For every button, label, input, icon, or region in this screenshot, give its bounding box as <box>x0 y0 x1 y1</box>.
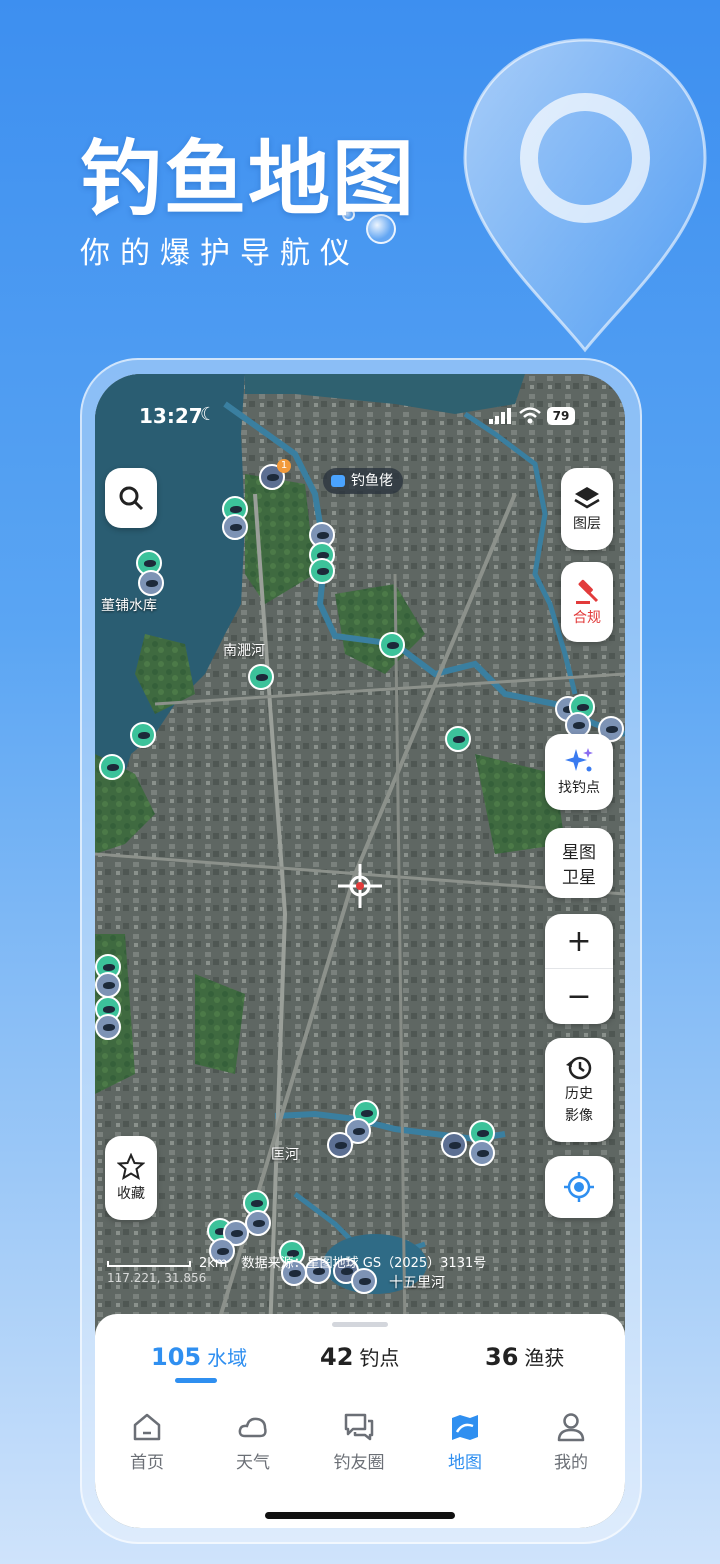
tab-community[interactable]: 钓友圈 <box>319 1412 399 1473</box>
satellite-map[interactable]: 13:27 ☾ 79 钓鱼佬 1 董铺水库 南淝河 匡河 十五里河 2km 数据… <box>95 374 625 1334</box>
chat-bubbles-icon <box>344 1413 374 1441</box>
status-time: 13:27 <box>139 404 203 428</box>
stat-catches-unit: 渔获 <box>524 1346 565 1370</box>
stat-spots-unit: 钓点 <box>359 1346 400 1370</box>
fishing-spot-marker[interactable] <box>138 570 164 596</box>
search-button[interactable] <box>105 468 157 528</box>
water-area-marker[interactable] <box>248 664 274 690</box>
fish-logo-icon <box>331 475 345 487</box>
water-area-marker[interactable] <box>130 722 156 748</box>
fishing-spot-marker[interactable] <box>95 972 121 998</box>
gavel-icon <box>576 579 599 604</box>
home-indicator <box>265 1512 455 1519</box>
map-icon <box>452 1415 478 1440</box>
water-area-marker[interactable] <box>309 558 335 584</box>
fishing-spot-marker[interactable] <box>441 1132 467 1158</box>
history-imagery-button[interactable]: 历史 影像 <box>545 1038 613 1142</box>
locate-me-button[interactable] <box>545 1156 613 1218</box>
satellite-label-line2: 卫星 <box>562 868 596 888</box>
tab-bar: 首页 天气 钓友圈 地图 我的 <box>95 1412 625 1482</box>
location-pin-decoration <box>463 38 707 353</box>
tab-map-label: 地图 <box>448 1453 482 1473</box>
tab-weather-label: 天气 <box>236 1453 270 1473</box>
river-label-shiwuli: 十五里河 <box>389 1275 445 1291</box>
map-scale: 2km 数据来源：星图地球 GS（2025）3131号 <box>107 1252 486 1271</box>
map-center-crosshair <box>338 864 382 908</box>
stat-water-unit: 水域 <box>207 1346 248 1370</box>
sparkle-icon <box>565 748 593 772</box>
stat-water-value: 105 <box>151 1343 202 1371</box>
compliance-button[interactable]: 合规 <box>561 562 613 642</box>
stat-catches-value: 36 <box>485 1343 519 1371</box>
layers-icon <box>574 487 600 509</box>
tab-community-label: 钓友圈 <box>333 1453 385 1473</box>
favorite-button[interactable]: 收藏 <box>105 1136 157 1220</box>
river-label-nanfei: 南淝河 <box>223 643 265 659</box>
marker-count-badge: 1 <box>277 459 291 473</box>
history-label-line2: 影像 <box>565 1108 593 1124</box>
star-icon <box>117 1153 145 1181</box>
sheet-drag-handle[interactable] <box>332 1322 388 1327</box>
zoom-out-button[interactable]: − <box>545 969 613 1024</box>
home-icon <box>133 1413 161 1441</box>
bottom-sheet: 105 水域 42 钓点 36 渔获 首页 天气 钓友圈 地图 我的 <box>95 1314 625 1528</box>
tab-home[interactable]: 首页 <box>107 1412 187 1473</box>
river-label-kuang: 匡河 <box>271 1147 299 1163</box>
reservoir-label: 董铺水库 <box>101 598 157 614</box>
moon-icon: ☾ <box>200 404 217 425</box>
find-spot-button[interactable]: 找钓点 <box>545 734 613 810</box>
tab-profile[interactable]: 我的 <box>531 1412 611 1473</box>
fishing-spot-marker[interactable] <box>327 1132 353 1158</box>
water-area-marker[interactable] <box>445 726 471 752</box>
layers-button[interactable]: 图层 <box>561 468 613 550</box>
satellite-label-line1: 星图 <box>562 843 596 863</box>
find-spot-label: 找钓点 <box>558 780 600 796</box>
tab-home-label: 首页 <box>130 1453 164 1473</box>
phone-screen: 13:27 ☾ 79 钓鱼佬 1 董铺水库 南淝河 匡河 十五里河 2km 数据… <box>95 374 625 1528</box>
battery-indicator: 79 <box>547 407 575 425</box>
fishing-spot-marker[interactable] <box>469 1140 495 1166</box>
layers-label: 图层 <box>573 516 601 532</box>
stat-catches[interactable]: 36 渔获 <box>485 1342 564 1371</box>
search-icon <box>119 486 144 511</box>
fishing-spot-marker[interactable] <box>245 1210 271 1236</box>
locate-icon <box>564 1172 594 1202</box>
fishing-spot-marker[interactable] <box>222 514 248 540</box>
fishing-spot-marker[interactable] <box>351 1268 377 1294</box>
tab-profile-label: 我的 <box>554 1453 588 1473</box>
signal-icon <box>489 408 511 424</box>
scale-text: 2km <box>199 1256 228 1271</box>
history-clock-icon <box>566 1056 592 1080</box>
cloud-icon <box>238 1417 267 1438</box>
zoom-in-button[interactable]: + <box>545 914 613 969</box>
history-label-line1: 历史 <box>565 1086 593 1102</box>
stat-spots-value: 42 <box>320 1343 354 1371</box>
fishing-spot-marker[interactable] <box>95 1014 121 1040</box>
status-bar: 13:27 ☾ 79 <box>95 404 625 434</box>
person-icon <box>557 1413 585 1442</box>
spot-chip-label: 钓鱼佬 <box>351 473 393 489</box>
water-area-marker[interactable] <box>379 632 405 658</box>
map-coordinates: 117.221, 31.856 <box>107 1271 207 1285</box>
tab-weather[interactable]: 天气 <box>213 1412 293 1473</box>
map-attribution: 数据来源：星图地球 GS（2025）3131号 <box>241 1256 487 1271</box>
promo-subline: 你的爆护导航仪 <box>80 236 360 271</box>
compliance-label: 合规 <box>573 610 601 626</box>
angler-spot-chip[interactable]: 钓鱼佬 <box>323 468 403 494</box>
wifi-icon <box>519 407 541 424</box>
promo-headline: 钓鱼地图 <box>80 132 417 227</box>
satellite-source-button[interactable]: 星图 卫星 <box>545 828 613 898</box>
active-stat-indicator <box>175 1378 217 1383</box>
stat-water-areas[interactable]: 105 水域 <box>151 1342 247 1371</box>
water-area-marker[interactable] <box>99 754 125 780</box>
favorite-label: 收藏 <box>117 1186 145 1202</box>
tab-map[interactable]: 地图 <box>425 1412 505 1473</box>
scale-bar <box>107 1260 191 1267</box>
zoom-control: + − <box>545 914 613 1024</box>
stat-fishing-spots[interactable]: 42 钓点 <box>320 1342 399 1371</box>
